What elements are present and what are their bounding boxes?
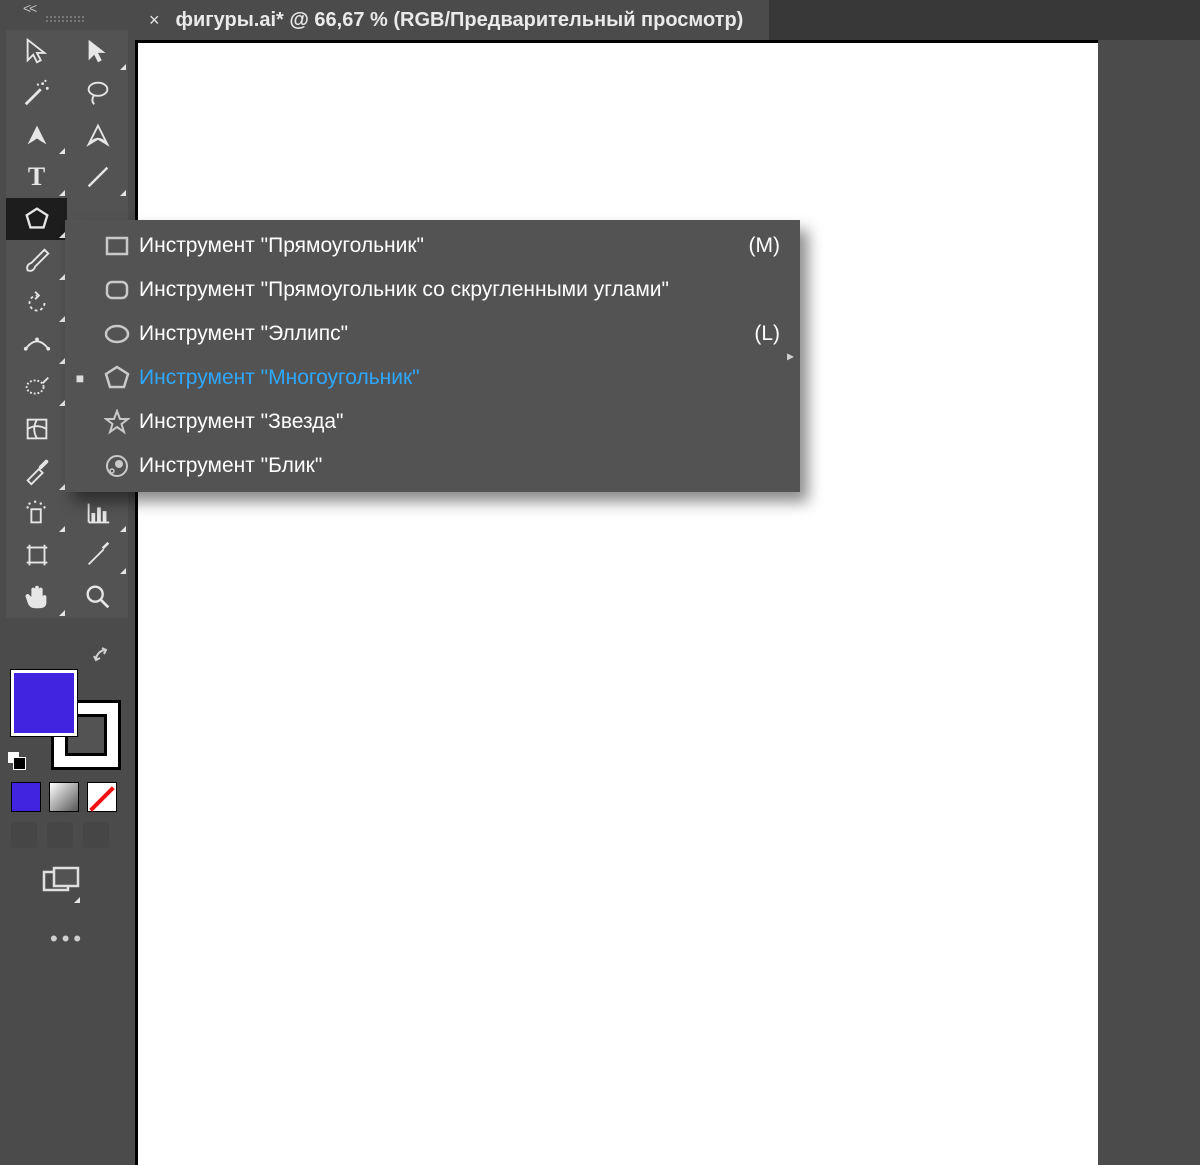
- paintbrush-tool[interactable]: [6, 240, 67, 282]
- flyout-item-label: Инструмент "Эллипс": [139, 322, 720, 346]
- flyout-item-flare[interactable]: Инструмент "Блик": [65, 444, 800, 488]
- artboard-canvas[interactable]: [135, 40, 1098, 1165]
- flare-icon: [95, 453, 139, 479]
- screen-mode-button[interactable]: [42, 866, 82, 905]
- selection-tool[interactable]: [6, 30, 67, 72]
- flyout-item-label: Инструмент "Прямоугольник": [139, 234, 720, 258]
- magic-wand-tool[interactable]: [6, 72, 67, 114]
- pen-tool[interactable]: [6, 114, 67, 156]
- zoom-tool[interactable]: [67, 576, 128, 618]
- document-tab-title: фигуры.ai* @ 66,67 % (RGB/Предварительны…: [176, 9, 744, 32]
- fill-swatch[interactable]: [11, 670, 77, 736]
- direct-selection-tool[interactable]: [67, 30, 128, 72]
- flyout-item-ellipse[interactable]: Инструмент "Эллипс" (L): [65, 312, 800, 356]
- eyedropper-tool[interactable]: [6, 450, 67, 492]
- default-fill-stroke-icon[interactable]: [8, 752, 26, 770]
- panel-collapse-chevrons[interactable]: <<: [23, 0, 35, 16]
- free-transform-tool[interactable]: [6, 366, 67, 408]
- line-segment-tool[interactable]: [67, 156, 128, 198]
- flyout-item-label: Инструмент "Прямоугольник со скругленным…: [139, 278, 720, 302]
- draw-normal[interactable]: [11, 822, 37, 848]
- document-tab-bar: × фигуры.ai* @ 66,67 % (RGB/Предваритель…: [135, 0, 1200, 40]
- slice-tool[interactable]: [67, 534, 128, 576]
- flyout-tearoff-arrow[interactable]: ▸: [787, 348, 794, 365]
- polygon-icon: [95, 365, 139, 391]
- rounded-rectangle-icon: [95, 277, 139, 303]
- panel-drag-handle[interactable]: [46, 16, 86, 24]
- shape-tool-flyout: ▸ Инструмент "Прямоугольник" (M) Инструм…: [65, 220, 800, 492]
- symbol-sprayer-tool[interactable]: [6, 492, 67, 534]
- color-mode-none[interactable]: [87, 782, 117, 812]
- type-tool[interactable]: T: [6, 156, 67, 198]
- flyout-marker: ■: [65, 370, 95, 386]
- flyout-item-rounded-rectangle[interactable]: Инструмент "Прямоугольник со скругленным…: [65, 268, 800, 312]
- flyout-item-rectangle[interactable]: Инструмент "Прямоугольник" (M): [65, 224, 800, 268]
- flyout-item-shortcut: (L): [720, 322, 800, 346]
- mesh-tool[interactable]: [6, 408, 67, 450]
- close-tab-icon[interactable]: ×: [149, 11, 160, 29]
- fill-stroke-swatches: [11, 670, 111, 766]
- width-tool[interactable]: [6, 324, 67, 366]
- hand-tool[interactable]: [6, 576, 67, 618]
- star-icon: [95, 409, 139, 435]
- flyout-item-label: Инструмент "Звезда": [139, 410, 720, 434]
- lasso-tool[interactable]: [67, 72, 128, 114]
- drawing-mode-row: [11, 822, 109, 848]
- shape-tool[interactable]: [6, 198, 67, 240]
- draw-behind[interactable]: [47, 822, 73, 848]
- color-mode-row: [11, 782, 117, 812]
- flyout-item-shortcut: (M): [720, 234, 800, 258]
- rotate-tool[interactable]: [6, 282, 67, 324]
- flyout-item-star[interactable]: Инструмент "Звезда": [65, 400, 800, 444]
- color-mode-gradient[interactable]: [49, 782, 79, 812]
- swap-fill-stroke-icon[interactable]: [92, 646, 114, 673]
- document-tab[interactable]: × фигуры.ai* @ 66,67 % (RGB/Предваритель…: [135, 0, 769, 40]
- flyout-item-label: Инструмент "Блик": [139, 454, 720, 478]
- color-mode-solid[interactable]: [11, 782, 41, 812]
- draw-inside[interactable]: [83, 822, 109, 848]
- type-tool-icon: T: [28, 162, 45, 192]
- edit-toolbar-button[interactable]: •••: [50, 926, 85, 952]
- rectangle-icon: [95, 233, 139, 259]
- column-graph-tool[interactable]: [67, 492, 128, 534]
- flyout-item-polygon[interactable]: ■ Инструмент "Многоугольник": [65, 356, 800, 400]
- artboard-tool[interactable]: [6, 534, 67, 576]
- curvature-tool[interactable]: [67, 114, 128, 156]
- flyout-item-label: Инструмент "Многоугольник": [139, 366, 720, 390]
- ellipse-icon: [95, 321, 139, 347]
